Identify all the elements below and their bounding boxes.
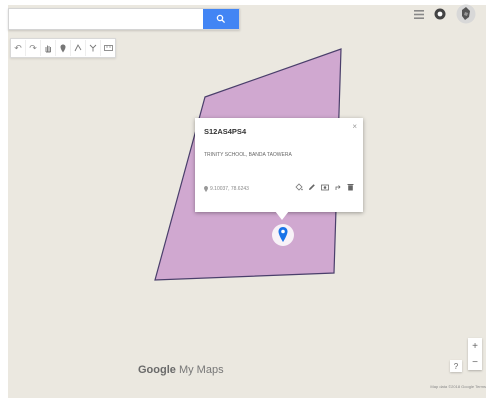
redo-button[interactable]: ↷: [25, 40, 40, 56]
ruler-icon: [103, 45, 113, 51]
map-marker[interactable]: [271, 223, 295, 247]
zoom-out-button[interactable]: −: [472, 357, 478, 368]
place-coordinates: 9.10037, 78.6243: [204, 186, 249, 192]
location-pin-icon: [204, 186, 208, 192]
place-description: TRINITY SCHOOL, BANDA TAOWERA: [204, 152, 292, 158]
map-attribution[interactable]: Map data ©2018 Google Terms: [430, 384, 486, 389]
help-button[interactable]: ?: [450, 360, 462, 372]
trash-icon: [347, 183, 354, 190]
delete-button[interactable]: [346, 182, 355, 191]
pencil-icon: [308, 183, 315, 190]
paint-bucket-icon: [294, 182, 303, 191]
select-button[interactable]: [40, 40, 55, 56]
add-marker-button[interactable]: [55, 40, 70, 56]
account-circle-icon[interactable]: [434, 8, 446, 20]
redo-icon: ↷: [29, 42, 37, 53]
search-input[interactable]: [9, 9, 205, 29]
popup-pointer: [275, 211, 289, 220]
hand-icon: [45, 45, 51, 52]
drawing-toolbar: ↶ ↷: [10, 38, 116, 58]
zoom-control: + −: [468, 338, 482, 370]
camera-icon: [320, 184, 329, 190]
search-button[interactable]: [203, 9, 239, 29]
info-window: S12AS4PS4 × TRINITY SCHOOL, BANDA TAOWER…: [195, 118, 363, 220]
directions-arrow-icon: [335, 184, 341, 190]
directions-icon: [89, 44, 97, 52]
add-marker-icon: [60, 44, 66, 52]
edit-button[interactable]: [307, 182, 316, 191]
place-title: S12AS4PS4: [204, 127, 247, 136]
style-button[interactable]: [294, 182, 303, 191]
directions-button[interactable]: [85, 40, 100, 56]
popup-actions: [294, 182, 355, 191]
undo-button[interactable]: ↶: [11, 40, 25, 56]
my-maps-wordmark: My Maps: [175, 364, 224, 376]
measure-button[interactable]: [100, 40, 115, 56]
draw-line-icon: [74, 44, 82, 52]
draw-line-button[interactable]: [70, 40, 85, 56]
photo-button[interactable]: [320, 182, 329, 191]
avatar[interactable]: [456, 4, 476, 24]
google-wordmark: Google: [138, 364, 176, 376]
close-icon[interactable]: ×: [352, 122, 357, 131]
search-icon: [216, 14, 226, 24]
undo-icon: ↶: [14, 42, 22, 53]
google-my-maps-logo: Google My Maps: [138, 364, 224, 376]
menu-icon[interactable]: [414, 9, 424, 19]
header-controls: [414, 4, 476, 24]
zoom-in-button[interactable]: +: [472, 341, 478, 352]
directions-to-button[interactable]: [333, 182, 342, 191]
coordinates-text: 9.10037, 78.6243: [210, 186, 249, 192]
search-box: [8, 8, 240, 30]
